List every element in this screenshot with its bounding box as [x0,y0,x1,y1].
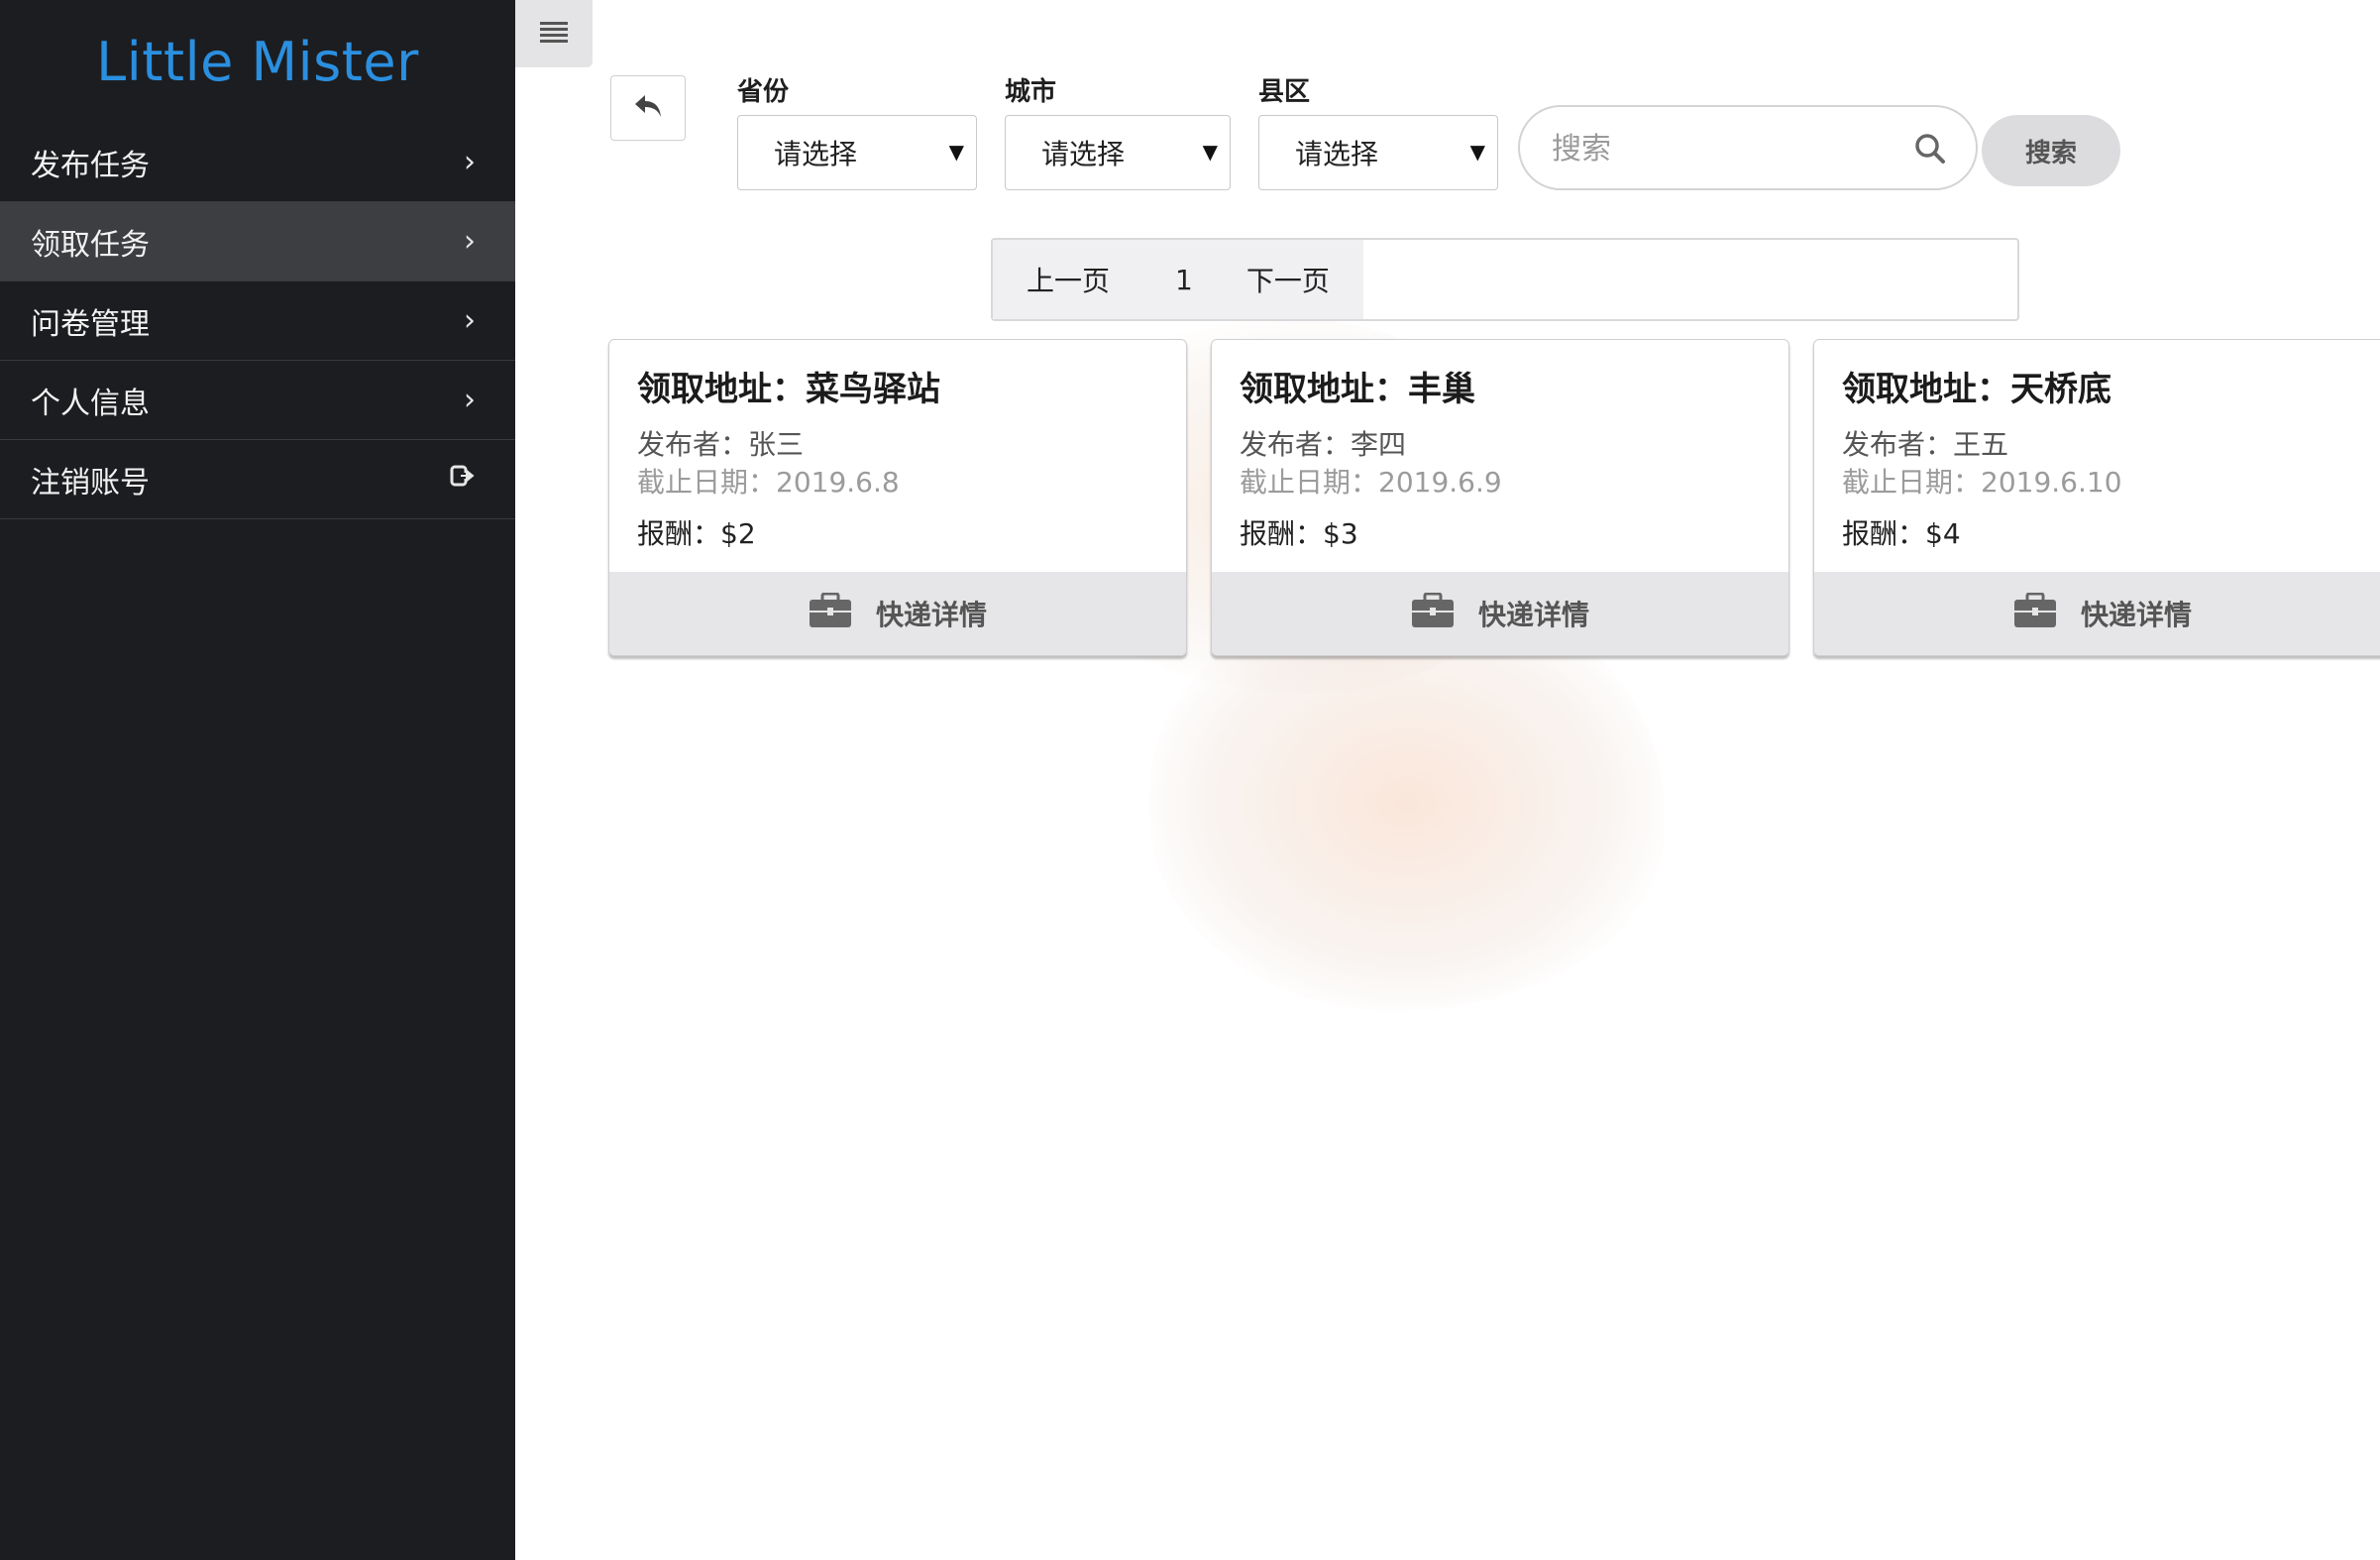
sidebar-item-label: 发布任务 [31,148,150,183]
chevron-right-icon: › [464,303,476,338]
card-reward: 报酬：$3 [1240,517,1358,550]
prev-page-button[interactable]: 上一页 [993,260,1110,299]
main-content: 省份 请选择 ▼ 城市 请选择 ▼ 县区 请选择 ▼ 搜索 上一页 1 下一页 [515,0,2380,1560]
sidebar-item-label: 注销账号 [31,465,150,501]
card-reward: 报酬：$4 [1842,517,1961,550]
card-title: 领取地址：菜鸟驿站 [637,370,940,409]
card-deadline: 截止日期：2019.6.10 [1842,466,2122,499]
sidebar-item-survey-management[interactable]: 问卷管理 › [0,281,515,361]
package-details-label: 快递详情 [2080,599,2192,631]
sidebar-item-profile[interactable]: 个人信息 › [0,361,515,440]
province-select[interactable]: 请选择 ▼ [737,115,977,190]
package-details-button[interactable]: 快递详情 [609,572,1186,655]
card-publisher: 发布者：王五 [1842,428,2009,461]
sidebar-item-label: 问卷管理 [31,306,150,342]
next-page-button[interactable]: 下一页 [1193,260,1330,299]
sidebar-item-claim-task[interactable]: 领取任务 › [0,202,515,281]
district-select-value: 请选择 [1295,138,1379,170]
dropdown-arrow-icon: ▼ [1469,140,1485,164]
dropdown-arrow-icon: ▼ [1202,140,1218,164]
province-select-value: 请选择 [774,138,858,170]
sidebar-toggle-button[interactable] [515,0,593,67]
chevron-right-icon: › [464,383,476,417]
pagination: 上一页 1 下一页 [991,238,2019,321]
card-publisher: 发布者：李四 [1240,428,1407,461]
search-icon[interactable] [1914,133,1946,168]
card-deadline: 截止日期：2019.6.8 [637,466,900,499]
city-label: 城市 [1005,77,1057,107]
reply-arrow-icon [633,93,663,123]
chevron-right-icon: › [464,224,476,259]
package-details-button[interactable]: 快递详情 [1814,572,2380,655]
card-title: 领取地址：丰巢 [1240,370,1475,409]
package-details-label: 快递详情 [875,599,987,631]
sidebar-item-label: 领取任务 [31,227,150,263]
sidebar: Little Mister 发布任务 › 领取任务 › 问卷管理 › 个人信息 … [0,0,515,1560]
card-deadline: 截止日期：2019.6.9 [1240,466,1502,499]
hamburger-menu-icon [540,21,568,47]
search-input[interactable] [1550,125,1906,172]
card-title: 领取地址：天桥底 [1842,370,2111,409]
page-number-current[interactable]: 1 [1110,264,1193,296]
dropdown-arrow-icon: ▼ [948,140,964,164]
city-select-value: 请选择 [1041,138,1126,170]
briefcase-icon [1411,592,1455,635]
briefcase-icon [2013,592,2057,635]
search-button[interactable]: 搜索 [1982,115,2120,186]
briefcase-icon [809,592,852,635]
province-label: 省份 [737,77,790,107]
sidebar-item-logout[interactable]: 注销账号 [0,440,515,519]
background-decoration [1149,595,1665,1011]
card-reward: 报酬：$2 [637,517,756,550]
task-card: 领取地址：天桥底 发布者：王五 截止日期：2019.6.10 报酬：$4 快递详… [1813,339,2380,656]
package-details-button[interactable]: 快递详情 [1212,572,1788,655]
task-card: 领取地址：菜鸟驿站 发布者：张三 截止日期：2019.6.8 报酬：$2 快递详… [608,339,1187,656]
package-details-label: 快递详情 [1477,599,1589,631]
sidebar-item-publish-task[interactable]: 发布任务 › [0,123,515,202]
search-box [1518,105,1978,190]
sidebar-item-label: 个人信息 [31,386,150,421]
sign-out-icon [450,462,476,497]
district-select[interactable]: 请选择 ▼ [1258,115,1498,190]
pagination-controls: 上一页 1 下一页 [993,240,1363,319]
district-label: 县区 [1258,77,1311,107]
task-card: 领取地址：丰巢 发布者：李四 截止日期：2019.6.9 报酬：$3 快递详情 [1211,339,1789,656]
back-button[interactable] [610,75,686,141]
card-publisher: 发布者：张三 [637,428,805,461]
brand-logo[interactable]: Little Mister [0,0,515,123]
chevron-right-icon: › [464,145,476,179]
city-select[interactable]: 请选择 ▼ [1005,115,1231,190]
